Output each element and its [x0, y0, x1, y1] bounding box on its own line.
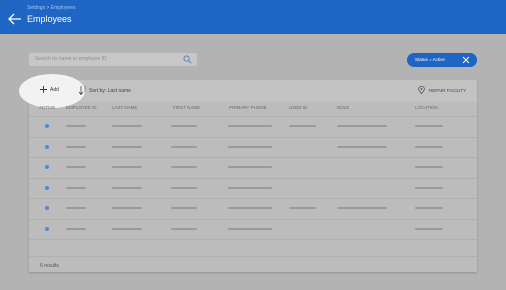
first-name-cell [171, 186, 197, 189]
plus-icon [40, 86, 47, 93]
last-name-cell [112, 125, 142, 127]
column-first-name[interactable]: FIRST NAME [173, 105, 200, 110]
column-active[interactable]: ACTIVE [39, 105, 55, 110]
column-role[interactable]: ROLE [337, 105, 349, 110]
primary-phone-cell [228, 166, 272, 168]
table-row[interactable] [29, 136, 477, 158]
employee-id-cell [66, 227, 86, 230]
first-name-cell [171, 145, 197, 148]
status-filter-label: Status = Active [415, 57, 445, 62]
search-placeholder: Search by name or employee ID [35, 56, 107, 62]
role-cell [337, 207, 387, 209]
employee-id-cell [66, 207, 86, 209]
primary-phone-cell [228, 186, 272, 189]
role-cell [337, 125, 387, 127]
table-row[interactable] [29, 218, 477, 240]
employee-id-cell [66, 145, 86, 148]
search-input[interactable]: Search by name or employee ID [29, 53, 197, 66]
sort-icon[interactable] [79, 86, 86, 95]
primary-phone-cell [228, 227, 272, 230]
active-indicator [45, 165, 49, 169]
column-last-name[interactable]: LAST NAME [112, 105, 137, 110]
last-name-cell [112, 145, 142, 148]
active-indicator [45, 124, 49, 128]
add-button-label: Add [50, 87, 59, 93]
page-title: Employees [27, 14, 72, 24]
active-indicator [45, 206, 49, 210]
search-icon[interactable] [183, 55, 192, 64]
column-primary-phone[interactable]: PRIMARY PHONE [229, 105, 267, 110]
employees-table-card: Add Sort by: Last name REPAIR FACILITY A… [19, 74, 477, 273]
first-name-cell [171, 166, 197, 168]
table-row[interactable] [29, 116, 477, 137]
location-cell [415, 207, 443, 209]
column-employee-id[interactable]: EMPLOYEE ID [66, 105, 97, 110]
first-name-cell [171, 125, 197, 127]
location-cell [415, 125, 443, 127]
first-name-cell [171, 227, 197, 230]
last-name-cell [112, 227, 142, 230]
location-cell [415, 145, 443, 148]
table-body [29, 116, 477, 240]
primary-phone-cell [228, 145, 272, 148]
user-id-cell [289, 207, 316, 209]
results-count: 6 results [40, 263, 59, 269]
table-row[interactable] [29, 157, 477, 178]
employee-id-cell [66, 166, 86, 168]
active-indicator [45, 226, 49, 231]
first-name-cell [171, 207, 197, 209]
location-cell [415, 227, 443, 230]
repair-facility-label: REPAIR FACILITY [429, 88, 467, 93]
breadcrumb: Settings > Employees [27, 5, 76, 11]
employee-id-cell [66, 186, 86, 189]
table-header: ACTIVE EMPLOYEE ID LAST NAME FIRST NAME … [29, 103, 477, 113]
primary-phone-cell [228, 207, 272, 209]
location-pin-icon [418, 86, 425, 94]
table-toolbar: Add Sort by: Last name REPAIR FACILITY [19, 74, 477, 108]
last-name-cell [112, 207, 142, 209]
table-footer: 6 results [29, 256, 477, 273]
active-indicator [45, 144, 49, 149]
close-icon[interactable] [462, 56, 470, 64]
location-cell [415, 186, 443, 189]
column-location[interactable]: LOCATION [415, 105, 438, 110]
column-user-id[interactable]: USER ID [289, 105, 307, 110]
last-name-cell [112, 166, 142, 168]
app-header: Settings > Employees Employees [0, 0, 506, 34]
user-id-cell [289, 125, 316, 127]
primary-phone-cell [228, 125, 272, 127]
arrow-left-icon[interactable] [8, 13, 22, 25]
status-filter-chip[interactable]: Status = Active [407, 53, 477, 67]
sort-dropdown[interactable]: Sort by: Last name [89, 88, 131, 94]
active-indicator [45, 185, 49, 190]
role-cell [337, 145, 387, 148]
employee-id-cell [66, 125, 86, 127]
table-row[interactable] [29, 198, 477, 219]
last-name-cell [112, 186, 142, 189]
location-cell [415, 166, 443, 168]
table-row[interactable] [29, 177, 477, 199]
